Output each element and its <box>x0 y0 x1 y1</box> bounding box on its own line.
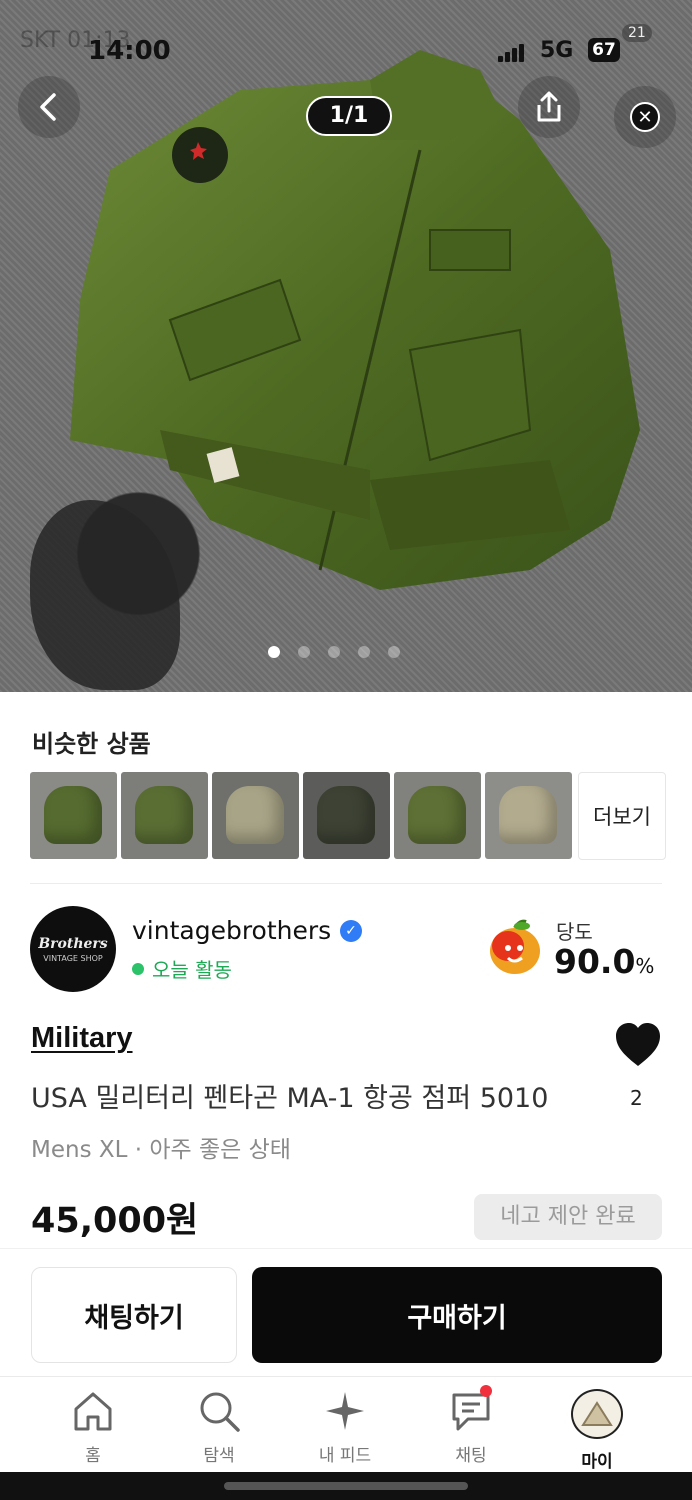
share-button[interactable] <box>518 76 580 138</box>
product-meta: Mens XL · 아주 좋은 상태 <box>31 1137 291 1163</box>
tab-label: 마이 <box>581 1452 613 1472</box>
tab-chat[interactable]: 채팅 <box>408 1377 534 1472</box>
similar-thumb[interactable] <box>212 772 299 859</box>
image-dot <box>328 646 340 658</box>
back-button[interactable] <box>18 76 80 138</box>
negotiation-status: 네고 제안 완료 <box>474 1194 662 1240</box>
similar-title: 비슷한 상품 <box>32 730 151 758</box>
notification-dot <box>480 1385 492 1397</box>
activity-label: 오늘 활동 <box>152 958 232 982</box>
status-time: 14:00 <box>88 36 171 66</box>
apple-icon <box>490 919 540 974</box>
buy-button[interactable]: 구매하기 <box>252 1267 662 1363</box>
more-button[interactable]: 더보기 <box>578 772 666 860</box>
like-count: 2 <box>630 1086 643 1110</box>
search-icon <box>200 1392 240 1432</box>
close-icon: ✕ <box>630 102 660 132</box>
image-dot <box>268 646 280 658</box>
active-dot-icon <box>132 962 144 975</box>
product-image[interactable]: SKT 01:13 14:00 5G 67 21 1/1 ✕ <box>0 0 692 692</box>
bottom-tab-bar: 홈 탐색 내 피드 채팅 마이 <box>0 1376 692 1472</box>
similar-thumb[interactable] <box>485 772 572 859</box>
tab-label: 탐색 <box>203 1446 235 1466</box>
battery-icon: 67 <box>588 38 620 62</box>
tab-my[interactable]: 마이 <box>534 1377 660 1472</box>
sweetness-value: 90.0% <box>554 942 654 981</box>
heart-icon[interactable] <box>614 1022 662 1068</box>
action-bar: 채팅하기 구매하기 <box>0 1248 692 1376</box>
sweetness-unit: % <box>635 954 655 978</box>
home-icon <box>74 1392 112 1431</box>
similar-thumb[interactable] <box>303 772 390 859</box>
sweetness-label: 당도 <box>556 920 593 944</box>
image-dot <box>298 646 310 658</box>
image-pager: 1/1 <box>306 96 392 136</box>
seller-avatar[interactable]: Brothers VINTAGE SHOP <box>30 906 116 992</box>
product-title: USA 밀리터리 펜타곤 MA-1 항공 점퍼 5010 <box>31 1083 549 1114</box>
profile-image <box>581 1401 613 1426</box>
share-icon <box>537 91 561 122</box>
avatar-sub-text: VINTAGE SHOP <box>43 953 103 963</box>
avatar-brand-text: Brothers <box>38 935 108 952</box>
tab-label: 내 피드 <box>318 1446 372 1466</box>
sweetness-number: 90.0 <box>554 942 636 981</box>
close-button[interactable]: ✕ <box>614 86 676 148</box>
chat-button[interactable]: 채팅하기 <box>31 1267 237 1363</box>
status-bar: SKT 01:13 14:00 5G 67 21 <box>0 24 692 68</box>
tab-home[interactable]: 홈 <box>30 1377 156 1472</box>
network-type: 5G <box>540 38 574 63</box>
similar-thumb[interactable] <box>121 772 208 859</box>
verified-badge-icon: ✓ <box>340 920 362 942</box>
divider <box>30 883 662 884</box>
similar-thumb[interactable] <box>394 772 481 859</box>
tab-search[interactable]: 탐색 <box>156 1377 282 1472</box>
notification-count: 21 <box>622 24 652 42</box>
sparkle-icon <box>326 1392 364 1430</box>
tab-label: 홈 <box>85 1446 101 1466</box>
brand-link[interactable]: Military <box>31 1022 133 1055</box>
profile-avatar <box>571 1389 623 1439</box>
image-dot <box>358 646 370 658</box>
seller-activity: 오늘 활동 <box>132 954 232 983</box>
price: 45,000원 <box>31 1201 199 1241</box>
similar-thumb[interactable] <box>30 772 117 859</box>
chevron-left-icon <box>40 93 56 121</box>
similar-products: 더보기 <box>30 772 666 860</box>
signal-icon <box>498 42 524 62</box>
image-dots <box>268 646 400 658</box>
image-dot <box>388 646 400 658</box>
seller-name[interactable]: vintagebrothers <box>132 916 331 945</box>
tab-label: 채팅 <box>455 1446 487 1466</box>
home-indicator <box>0 1472 692 1500</box>
tab-feed[interactable]: 내 피드 <box>282 1377 408 1472</box>
